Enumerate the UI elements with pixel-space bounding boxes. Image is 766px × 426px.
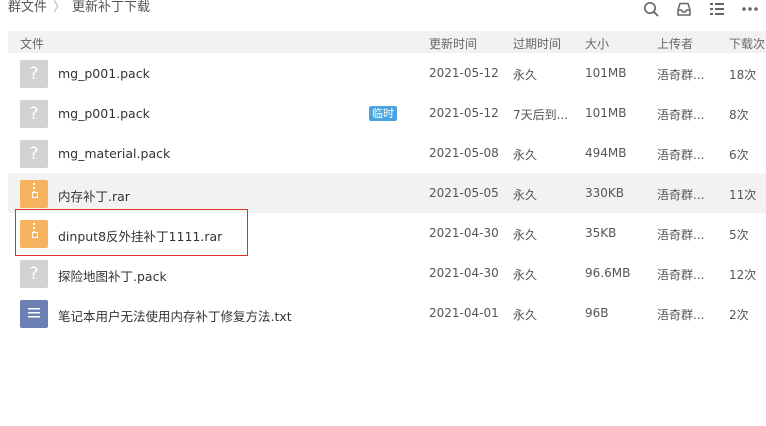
file-size: 96B [585, 306, 609, 320]
file-name: dinput8反外挂补丁1111.rar [58, 229, 223, 244]
column-expires[interactable]: 过期时间 [513, 35, 561, 52]
file-updated: 2021-05-05 [429, 186, 499, 200]
breadcrumb-root[interactable]: 群文件 [8, 0, 47, 15]
file-row[interactable]: ? mg_p001.pack 2021-05-12 永久 101MB 浯奇群..… [8, 53, 766, 93]
unknown-file-icon: ? [20, 140, 48, 168]
file-row[interactable]: ? mg_p001.pack 临时 2021-05-12 7天后到... 101… [8, 93, 766, 133]
file-row[interactable]: ? 探险地图补丁.pack 2021-04-30 永久 96.6MB 浯奇群..… [8, 253, 766, 293]
file-updated: 2021-04-30 [429, 266, 499, 280]
file-expires: 永久 [513, 308, 538, 322]
file-downloads: 6次 [729, 148, 749, 162]
file-name: 内存补丁.rar [58, 189, 130, 204]
search-icon[interactable] [634, 0, 667, 18]
file-uploader: 浯奇群... [657, 68, 705, 82]
breadcrumb: 群文件〉更新补丁下载 [8, 0, 150, 16]
file-downloads: 2次 [729, 308, 749, 322]
column-updated[interactable]: 更新时间 [429, 35, 477, 52]
file-downloads: 11次 [729, 188, 757, 202]
file-downloads: 5次 [729, 228, 749, 242]
unknown-file-icon: ? [20, 60, 48, 88]
file-expires: 永久 [513, 188, 538, 202]
file-row-hovered[interactable]: 内存补丁.rar 2021-05-05 永久 330KB 浯奇群... 11次 [8, 173, 766, 213]
column-uploader[interactable]: 上传者 [657, 35, 693, 52]
file-size: 35KB [585, 226, 617, 240]
file-name: 笔记本用户无法使用内存补丁修复方法.txt [58, 309, 292, 324]
breadcrumb-current: 更新补丁下载 [72, 0, 151, 15]
file-row[interactable]: 笔记本用户无法使用内存补丁修复方法.txt 2021-04-01 永久 96B … [8, 293, 766, 333]
file-uploader: 浯奇群... [657, 228, 705, 242]
column-size[interactable]: 大小 [585, 35, 609, 52]
file-size: 96.6MB [585, 266, 631, 280]
file-downloads: 18次 [729, 68, 757, 82]
file-uploader: 浯奇群... [657, 308, 705, 322]
top-bar: 群文件〉更新补丁下载 [0, 0, 766, 18]
file-name: mg_p001.pack [58, 106, 150, 121]
file-row[interactable]: ? mg_material.pack 2021-05-08 永久 494MB 浯… [8, 133, 766, 173]
file-size: 494MB [585, 146, 627, 160]
file-downloads: 12次 [729, 268, 757, 282]
file-updated: 2021-05-12 [429, 106, 499, 120]
file-size: 101MB [585, 106, 627, 120]
file-expires: 永久 [513, 148, 538, 162]
file-uploader: 浯奇群... [657, 188, 705, 202]
inbox-icon[interactable] [667, 0, 700, 18]
file-expires: 永久 [513, 268, 538, 282]
file-uploader: 浯奇群... [657, 108, 705, 122]
column-name[interactable]: 文件 [20, 35, 44, 52]
list-view-icon[interactable] [700, 0, 733, 18]
unknown-file-icon: ? [20, 260, 48, 288]
archive-icon [20, 220, 48, 248]
file-uploader: 浯奇群... [657, 268, 705, 282]
file-row[interactable]: dinput8反外挂补丁1111.rar 2021-04-30 永久 35KB … [8, 213, 766, 253]
file-name: mg_material.pack [58, 146, 171, 161]
file-name: 探险地图补丁.pack [58, 269, 167, 284]
column-downloads[interactable]: 下载次 [729, 35, 765, 52]
file-updated: 2021-04-01 [429, 306, 499, 320]
toolbar [634, 0, 766, 18]
unknown-file-icon: ? [20, 100, 48, 128]
file-updated: 2021-05-12 [429, 66, 499, 80]
file-expires: 永久 [513, 228, 538, 242]
file-expires: 永久 [513, 68, 538, 82]
more-icon[interactable] [733, 0, 766, 18]
column-header: 文件 更新时间 过期时间 大小 上传者 下载次 [8, 31, 766, 53]
breadcrumb-separator: 〉 [53, 0, 67, 15]
file-size: 330KB [585, 186, 625, 200]
file-updated: 2021-05-08 [429, 146, 499, 160]
file-expires: 7天后到... [513, 108, 569, 122]
archive-icon [20, 180, 48, 208]
file-downloads: 8次 [729, 108, 749, 122]
file-size: 101MB [585, 66, 627, 80]
file-name: mg_p001.pack [58, 66, 150, 81]
file-updated: 2021-04-30 [429, 226, 499, 240]
file-uploader: 浯奇群... [657, 148, 705, 162]
text-file-icon [20, 300, 48, 328]
temporary-badge: 临时 [369, 106, 397, 121]
